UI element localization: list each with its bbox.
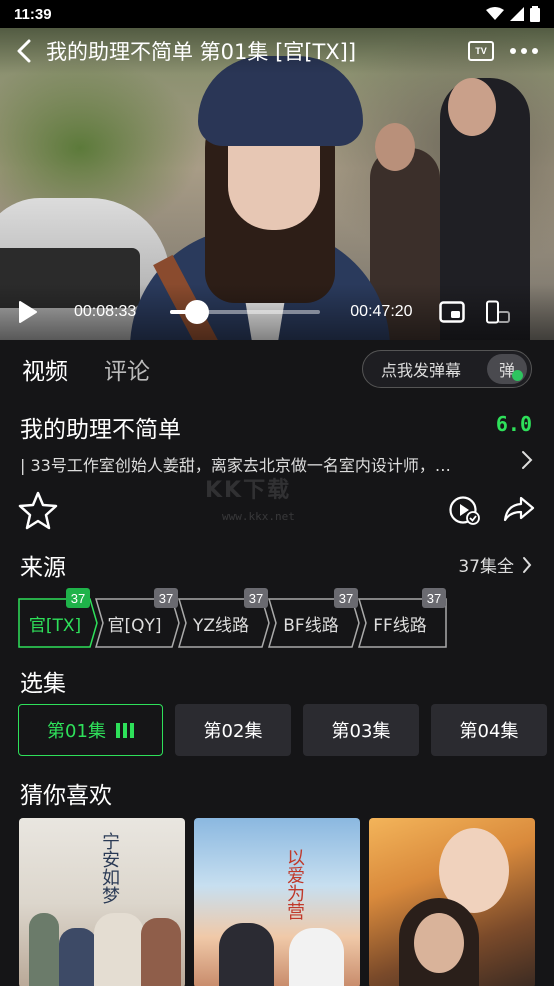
- danmu-label: 点我发弹幕: [381, 361, 462, 380]
- episode-count-label: 37集全: [458, 557, 514, 577]
- recommend-poster[interactable]: 宁安如梦: [19, 818, 185, 986]
- back-arrow-icon[interactable]: [16, 39, 32, 63]
- source-count-badge: 37: [244, 588, 268, 608]
- poster-figure: [289, 928, 344, 986]
- tv-cast-button[interactable]: TV: [468, 41, 494, 61]
- danmu-toggle[interactable]: 弹: [487, 354, 527, 384]
- send-danmu-button[interactable]: 点我发弹幕 弹: [362, 350, 532, 388]
- recommend-poster[interactable]: [369, 818, 535, 986]
- poster-title-art: 以爱为营: [284, 848, 305, 920]
- source-section-title: 来源: [20, 555, 66, 581]
- tv-icon-label: TV: [475, 46, 487, 56]
- episode-button[interactable]: 第01集: [18, 704, 163, 756]
- recommend-list: 宁安如梦 以爱为营: [19, 818, 554, 986]
- source-count-badge: 37: [334, 588, 358, 608]
- episode-label: 第01集: [47, 721, 106, 742]
- rotate-screen-icon[interactable]: [485, 300, 511, 324]
- tab-comments[interactable]: 评论: [104, 352, 150, 386]
- episode-button[interactable]: 第04集: [431, 704, 547, 756]
- video-player[interactable]: 我的助理不简单 第01集 [官[TX]] TV 00:08:33 00:47:2…: [0, 28, 554, 340]
- playing-bars-icon: [115, 722, 134, 738]
- watermark-url: www.kkx.net: [222, 510, 295, 523]
- source-count-badge: 37: [422, 588, 446, 608]
- source-item[interactable]: 官[QY] 37: [95, 588, 180, 648]
- chevron-right-icon[interactable]: [520, 449, 534, 471]
- chevron-right-icon: [523, 556, 532, 573]
- episode-button[interactable]: 第03集: [303, 704, 419, 756]
- status-time: 11:39: [14, 5, 52, 23]
- poster-figure: [29, 913, 59, 986]
- episode-label: 第02集: [203, 721, 263, 742]
- signal-icon: [510, 7, 524, 21]
- more-icon[interactable]: [510, 48, 538, 54]
- source-count-badge: 37: [154, 588, 178, 608]
- rating-score: 6.0: [495, 412, 532, 436]
- current-time: 00:08:33: [74, 303, 137, 320]
- status-bar: 11:39: [0, 0, 554, 28]
- pip-icon[interactable]: [438, 301, 465, 323]
- video-frame-figure: [448, 78, 496, 136]
- recommend-section-title: 猜你喜欢: [20, 783, 112, 809]
- poster-figure: [59, 928, 97, 986]
- share-icon[interactable]: [503, 495, 535, 523]
- favorite-star-icon[interactable]: [18, 490, 58, 530]
- poster-title-art: 宁安如梦: [99, 832, 120, 904]
- episode-button[interactable]: 第02集: [175, 704, 291, 756]
- source-item[interactable]: FF线路 37: [358, 588, 448, 648]
- source-list: 官[TX] 37 官[QY] 37 YZ线路 37 BF线路 37 FF线路 3…: [18, 588, 538, 650]
- video-frame-figure: [375, 123, 415, 171]
- watermark-text: KK下载: [205, 478, 292, 503]
- all-episodes-link[interactable]: 37集全: [458, 552, 532, 577]
- source-item[interactable]: 官[TX] 37: [18, 588, 98, 648]
- tab-video[interactable]: 视频: [22, 352, 68, 386]
- source-item[interactable]: YZ线路 37: [178, 588, 270, 648]
- poster-figure: [94, 913, 144, 986]
- total-time: 00:47:20: [350, 303, 413, 320]
- content-tabs: 视频 评论 点我发弹幕 弹: [0, 340, 554, 398]
- poster-figure: [141, 918, 181, 986]
- show-title: 我的助理不简单: [20, 417, 181, 443]
- wifi-icon: [486, 7, 504, 20]
- player-controls: 00:08:33 00:47:20: [0, 284, 554, 340]
- poster-figure: [414, 913, 464, 973]
- watch-later-icon[interactable]: [448, 495, 482, 527]
- player-title: 我的助理不简单 第01集 [官[TX]]: [46, 40, 357, 64]
- episode-label: 第03集: [331, 721, 391, 742]
- progress-knob[interactable]: [185, 300, 210, 324]
- status-icons: [486, 6, 540, 22]
- play-icon[interactable]: [18, 300, 38, 324]
- progress-bar[interactable]: [170, 300, 321, 324]
- player-top-bar: 我的助理不简单 第01集 [官[TX]] TV: [0, 28, 554, 74]
- danmu-on-indicator: [512, 370, 523, 381]
- recommend-poster[interactable]: 以爱为营: [194, 818, 360, 986]
- source-count-badge: 37: [66, 588, 90, 608]
- episode-section-title: 选集: [20, 671, 66, 697]
- poster-figure: [219, 923, 274, 986]
- battery-icon: [530, 6, 540, 22]
- source-item[interactable]: BF线路 37: [268, 588, 360, 648]
- episode-label: 第04集: [459, 721, 519, 742]
- episode-list: 第01集 第02集 第03集 第04集: [18, 704, 554, 758]
